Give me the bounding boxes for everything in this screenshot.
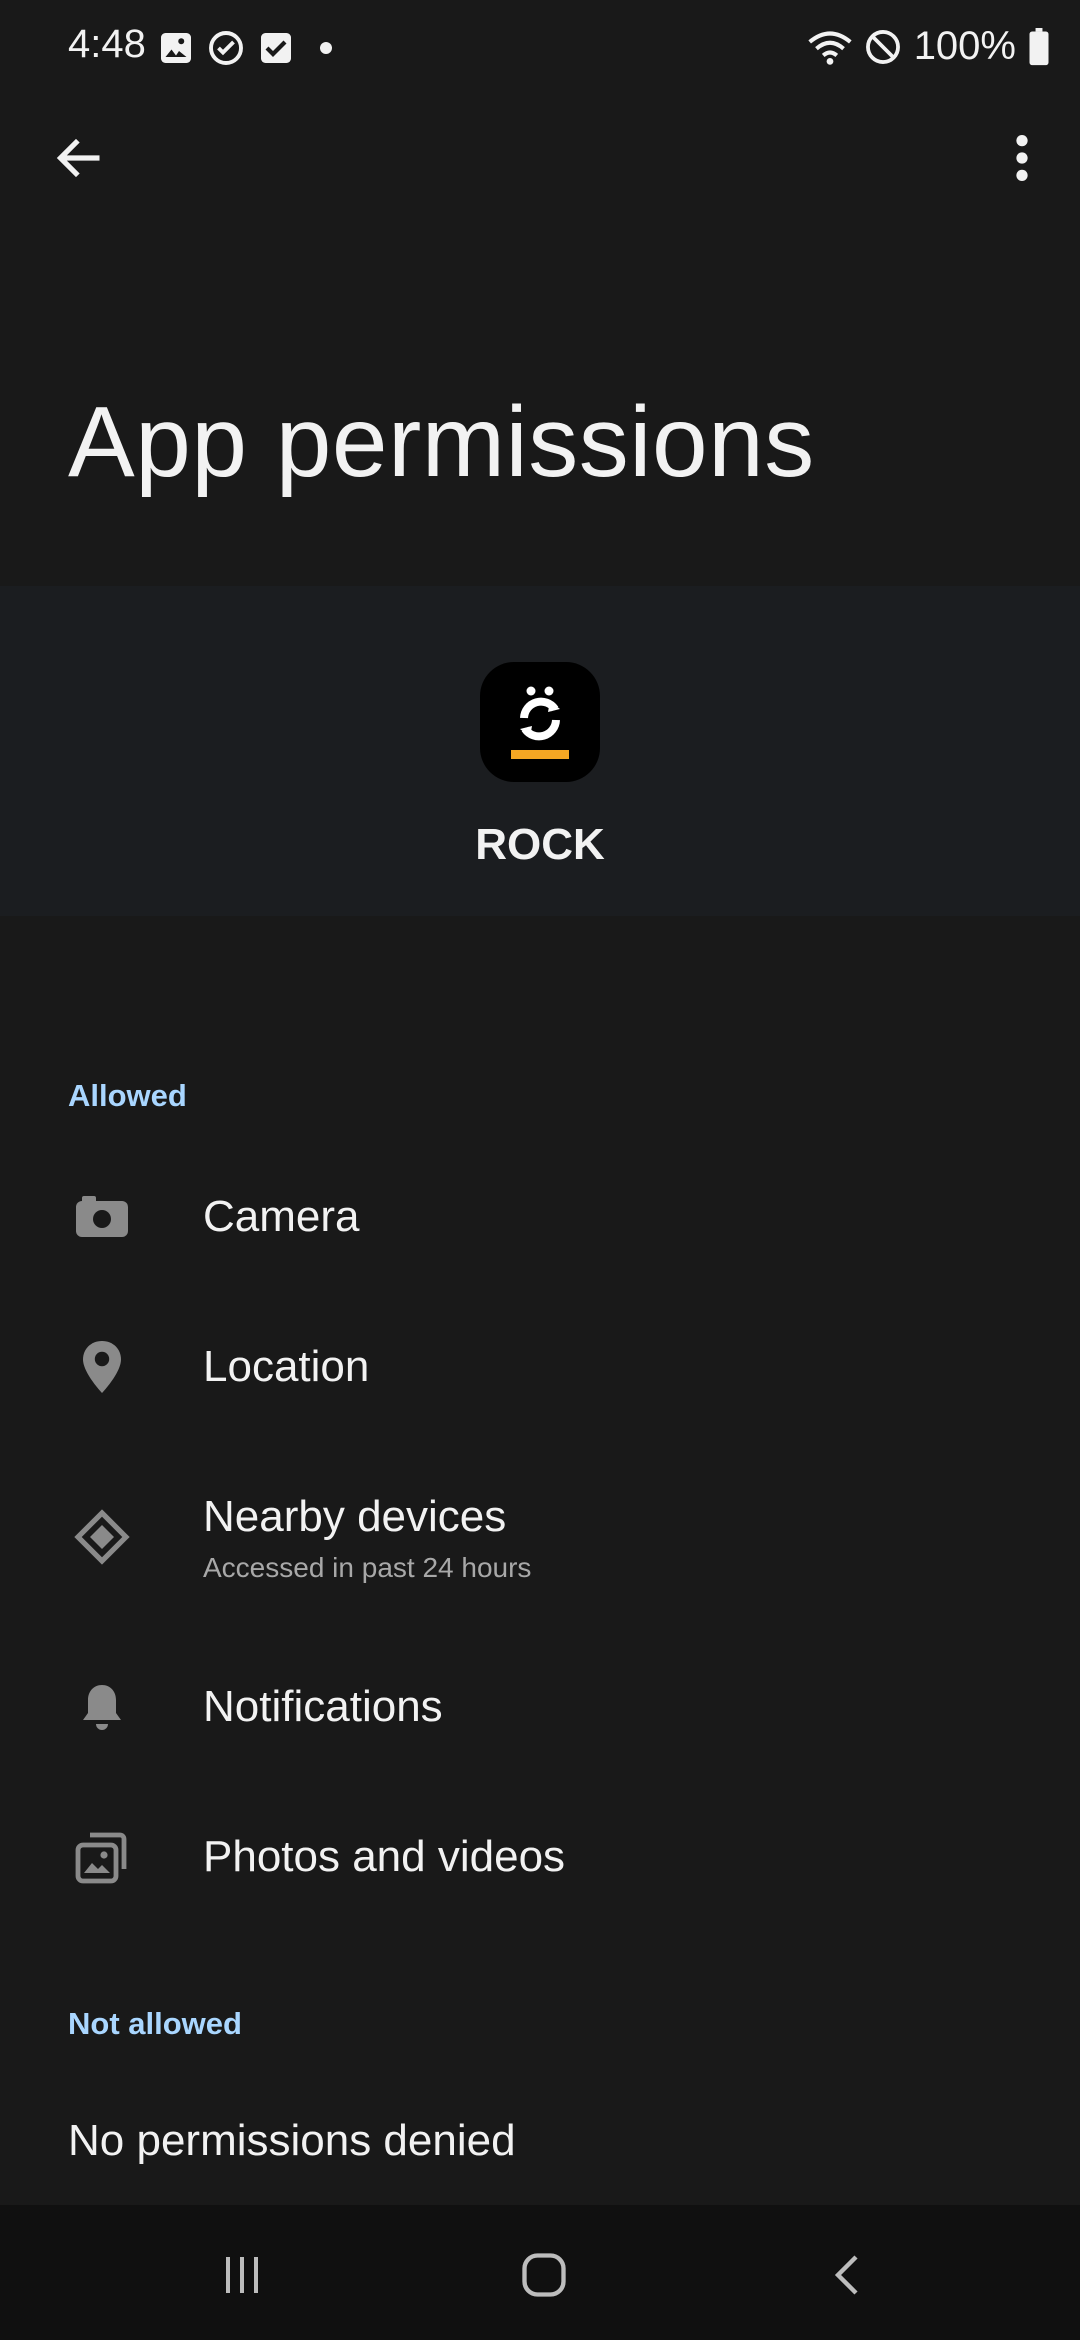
app-name: ROCK [475, 820, 605, 869]
navigation-bar [0, 2205, 1080, 2340]
camera-icon [68, 1183, 136, 1251]
recents-icon [226, 2257, 258, 2293]
battery-icon [1029, 27, 1049, 65]
section-label-allowed: Allowed [68, 1078, 187, 1113]
status-bar: 4:48 100% [0, 0, 1080, 96]
permission-label: Nearby devices [203, 1492, 507, 1541]
photos-icon [68, 1823, 136, 1891]
permission-label: Camera [203, 1192, 360, 1241]
nearby-devices-icon [68, 1503, 136, 1571]
checkbox-icon [261, 33, 291, 63]
status-time: 4:48 [68, 22, 146, 66]
section-label-not-allowed: Not allowed [68, 2006, 242, 2041]
battery-percentage: 100% [913, 24, 1016, 68]
permission-sublabel: Accessed in past 24 hours [203, 1552, 532, 1583]
permission-item-camera[interactable]: Camera [0, 1142, 1080, 1292]
app-bar [0, 100, 1080, 210]
permission-label: Notifications [203, 1682, 443, 1731]
do-not-disturb-icon [865, 29, 900, 64]
app-icon [480, 662, 600, 782]
dot-icon [320, 42, 332, 54]
permission-item-notifications[interactable]: Notifications [0, 1632, 1080, 1782]
permission-item-photos-and-videos[interactable]: Photos and videos [0, 1782, 1080, 1932]
permission-item-location[interactable]: Location [0, 1292, 1080, 1442]
back-button[interactable] [40, 118, 120, 198]
app-header: ROCK [0, 586, 1080, 916]
no-permissions-denied-text: No permissions denied [68, 2116, 516, 2165]
permission-label: Photos and videos [203, 1832, 566, 1881]
arrow-left-icon [56, 138, 100, 178]
permission-item-nearby-devices[interactable]: Nearby devices Accessed in past 24 hours [0, 1442, 1080, 1632]
notification-icons [158, 30, 344, 66]
wifi-icon [808, 30, 852, 65]
image-icon [161, 33, 191, 63]
more-options-button[interactable] [982, 118, 1062, 198]
page-title: App permissions [68, 386, 815, 498]
home-icon [522, 2253, 566, 2297]
nav-back-button[interactable] [788, 2235, 908, 2315]
bell-icon [68, 1673, 136, 1741]
system-icons: 100% [808, 24, 1050, 69]
sync-icon [209, 31, 243, 65]
nav-back-icon [834, 2255, 858, 2295]
more-vert-icon [1016, 135, 1028, 181]
recents-button[interactable] [182, 2235, 302, 2315]
app-logo-icon [511, 686, 569, 759]
permission-label: Location [203, 1342, 370, 1391]
home-button[interactable] [484, 2235, 604, 2315]
location-pin-icon [68, 1333, 136, 1401]
